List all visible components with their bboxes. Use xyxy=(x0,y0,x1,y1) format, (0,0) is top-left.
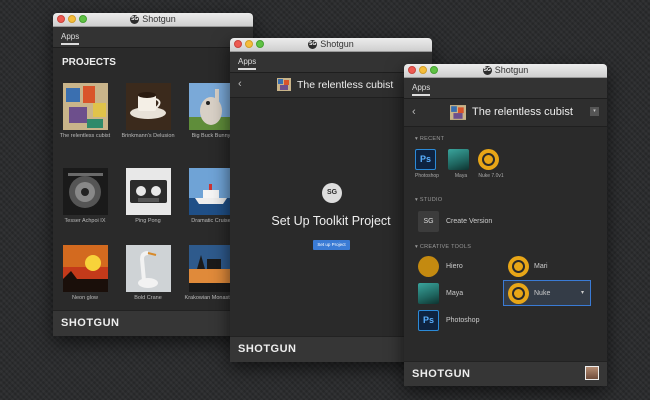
app-label[interactable]: Mari xyxy=(534,263,548,270)
project-name: The relentless cubist xyxy=(59,133,111,139)
shotgun-logo-icon: SG xyxy=(482,66,492,76)
project-name: Ping Pong xyxy=(135,218,161,224)
project-name: The relentless cubist xyxy=(297,79,394,91)
recent-app-photoshop[interactable]: Ps Photoshop xyxy=(415,149,441,179)
maya-icon xyxy=(448,149,469,170)
chevron-down-icon[interactable]: ▾ xyxy=(581,289,584,296)
app-label[interactable]: Nuke xyxy=(534,290,550,297)
create-version-icon: SG xyxy=(418,211,439,232)
project-name: Neon glow xyxy=(72,295,98,301)
project-name: The relentless cubist xyxy=(472,106,573,118)
nuke-icon xyxy=(508,283,529,304)
projects-window: SG Shotgun Apps PROJECTS The relentless c… xyxy=(53,13,253,336)
section-studio[interactable]: ▾ STUDIO xyxy=(415,197,442,203)
mari-icon xyxy=(508,256,529,277)
app-label: Photoshop xyxy=(415,173,439,179)
photoshop-icon: Ps xyxy=(418,310,439,331)
footer: SHOTGUN xyxy=(53,310,253,336)
project-thumbnail xyxy=(125,83,171,130)
project-tile[interactable]: Tesser Achpoi IX xyxy=(55,168,115,225)
hiero-icon xyxy=(418,256,439,277)
shotgun-logo-icon: SG xyxy=(308,40,318,50)
app-label: Nuke 7.0v1 xyxy=(478,173,504,179)
project-tile[interactable]: The relentless cubist xyxy=(55,83,115,140)
footer: SHOTGUN xyxy=(230,336,432,362)
app-label[interactable]: Maya xyxy=(446,290,463,297)
creative-app-hiero[interactable] xyxy=(418,256,439,277)
footer: SHOTGUN xyxy=(404,361,607,386)
maya-icon xyxy=(418,283,439,304)
photoshop-icon: Ps xyxy=(415,149,436,170)
creative-app-photoshop[interactable]: Ps xyxy=(418,310,439,331)
nuke-icon xyxy=(478,149,499,170)
creative-app-nuke[interactable] xyxy=(508,283,529,304)
title-bar[interactable]: SG Shotgun xyxy=(404,64,607,78)
setup-title: Set Up Toolkit Project xyxy=(271,214,391,228)
shotgun-logo-icon: SG xyxy=(130,15,140,25)
apps-window: SG Shotgun Apps ‹ The relentless cubist ▾… xyxy=(404,64,607,386)
chevron-down-icon[interactable]: ▾ xyxy=(590,107,599,116)
title-bar[interactable]: SG Shotgun xyxy=(230,38,432,52)
project-thumbnail xyxy=(188,245,234,292)
project-tile[interactable]: Bold Crane xyxy=(118,245,178,302)
shotgun-wordmark: SHOTGUN xyxy=(61,317,120,329)
window-title: Shotgun xyxy=(142,14,176,24)
project-thumbnail xyxy=(62,168,108,215)
chevron-left-icon[interactable]: ‹ xyxy=(238,78,242,90)
setup-window: SG Shotgun Apps ‹ The relentless cubist S… xyxy=(230,38,432,362)
project-tile[interactable]: Ping Pong xyxy=(118,168,178,225)
chevron-left-icon[interactable]: ‹ xyxy=(412,106,416,118)
project-header: ‹ The relentless cubist ▾ xyxy=(404,99,607,127)
avatar[interactable] xyxy=(585,366,599,380)
title-bar[interactable]: SG Shotgun xyxy=(53,13,253,27)
project-thumbnail xyxy=(450,105,466,120)
app-label[interactable]: Create Version xyxy=(446,218,492,225)
project-thumbnail xyxy=(62,83,108,130)
project-thumbnail xyxy=(125,245,171,292)
app-label: Maya xyxy=(454,173,468,179)
creative-app-maya[interactable] xyxy=(418,283,439,304)
app-label[interactable]: Photoshop xyxy=(446,317,479,324)
tab-apps[interactable]: Apps xyxy=(412,83,431,96)
project-thumbnail xyxy=(62,245,108,292)
shotgun-wordmark: SHOTGUN xyxy=(238,343,297,355)
section-recent[interactable]: ▾ RECENT xyxy=(415,136,444,142)
project-tile[interactable]: Brinkmann's Delusion xyxy=(118,83,178,140)
app-label[interactable]: Hiero xyxy=(446,263,463,270)
section-creative-tools[interactable]: ▾ CREATIVE TOOLS xyxy=(415,244,471,250)
project-thumbnail xyxy=(277,78,291,91)
project-header: ‹ The relentless cubist xyxy=(230,73,432,98)
project-thumbnail xyxy=(188,83,234,130)
project-thumbnail xyxy=(125,168,171,215)
project-tile[interactable]: Neon glow xyxy=(55,245,115,302)
window-title: Shotgun xyxy=(494,65,529,75)
projects-heading: PROJECTS xyxy=(62,57,116,68)
project-name: Bold Crane xyxy=(134,295,162,301)
project-thumbnail xyxy=(188,168,234,215)
recent-app-maya[interactable]: Maya xyxy=(448,149,474,179)
shotgun-wordmark: SHOTGUN xyxy=(412,368,471,380)
tab-apps[interactable]: Apps xyxy=(61,32,80,45)
setup-project-button[interactable]: Set up Project xyxy=(313,240,350,250)
studio-app-create-version[interactable]: SG xyxy=(418,211,439,232)
creative-app-mari[interactable] xyxy=(508,256,529,277)
recent-app-nuke[interactable]: Nuke 7.0v1 xyxy=(478,149,504,179)
tab-apps[interactable]: Apps xyxy=(238,57,257,70)
project-name: Tesser Achpoi IX xyxy=(64,218,106,224)
shotgun-logo-icon: SG xyxy=(322,183,342,203)
project-name: Brinkmann's Delusion xyxy=(121,133,175,139)
window-title: Shotgun xyxy=(320,39,354,49)
